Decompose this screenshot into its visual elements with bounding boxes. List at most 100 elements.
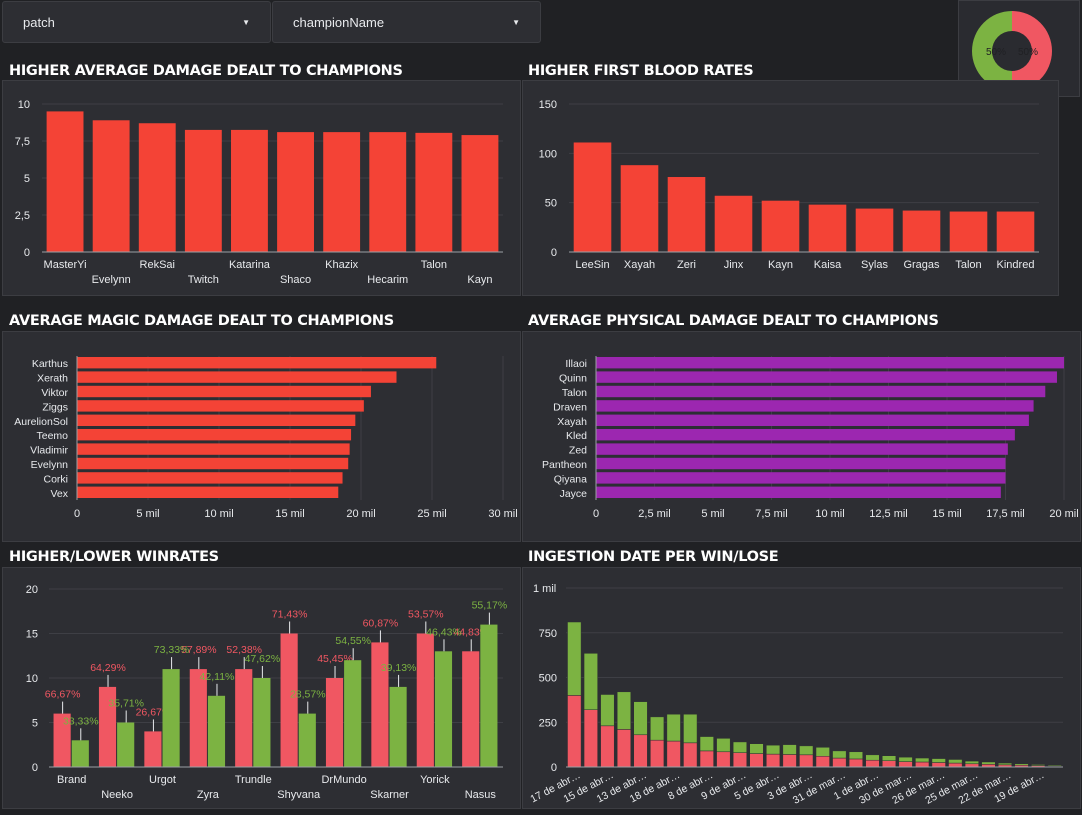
chart-bar-segment xyxy=(567,695,582,768)
chart-bar-segment xyxy=(716,738,731,753)
x-tick-label: Brand xyxy=(57,774,86,786)
x-tick-label: LeeSin xyxy=(575,259,609,271)
chart-bar xyxy=(46,111,84,253)
chart-bar xyxy=(855,208,894,252)
chart-bar-segment xyxy=(567,621,582,696)
y-category-label: Kled xyxy=(566,430,587,442)
chart-bar-segment xyxy=(1031,764,1046,766)
chart-bar-segment xyxy=(964,760,979,765)
patch-filter-dropdown[interactable]: patch ▼ xyxy=(2,1,271,43)
x-tick-label: Gragas xyxy=(903,259,940,271)
x-tick-label: Kayn xyxy=(467,274,492,286)
chart-bar xyxy=(77,457,349,470)
y-tick-label: 5 xyxy=(24,173,30,185)
y-tick-label: 2,5 xyxy=(15,210,30,222)
chart-bar xyxy=(277,132,314,252)
x-tick-label: Katarina xyxy=(229,259,271,271)
chart-bar-segment xyxy=(815,756,830,768)
x-tick-label: Shaco xyxy=(280,274,311,286)
chart-bar-segment xyxy=(699,750,714,768)
chart-bar-segment xyxy=(1047,764,1062,767)
magic-panel: 0 5 mil 10 mil 15 mil 20 mil 25 mil 30 mil Kart… xyxy=(2,331,521,542)
chart-bar xyxy=(667,177,706,252)
y-category-label: Xayah xyxy=(557,416,587,428)
chevron-down-icon: ▼ xyxy=(512,17,520,27)
y-category-label: Xerath xyxy=(37,373,68,385)
data-label: 73,33% xyxy=(154,644,190,656)
chart-bar xyxy=(323,132,361,252)
y-category-label: Draven xyxy=(553,401,587,413)
data-label: 35,71% xyxy=(108,698,144,710)
first-blood-title: HIGHER FIRST BLOOD RATES xyxy=(528,63,754,79)
donut-label: 50% xyxy=(986,47,1006,58)
x-tick-label: 0 xyxy=(593,508,599,520)
x-tick-label: 0 xyxy=(74,508,80,520)
chart-bar xyxy=(77,371,397,383)
chevron-down-icon: ▼ xyxy=(242,17,250,27)
y-category-label: Evelynn xyxy=(31,459,69,471)
chart-bar-segment xyxy=(633,701,648,736)
chart-bar-segment xyxy=(848,758,863,768)
chart-bar xyxy=(714,195,753,252)
chart-bar xyxy=(207,695,226,767)
chart-bar xyxy=(462,651,480,767)
chart-bar-segment xyxy=(666,740,681,768)
chart-bar xyxy=(596,357,1064,369)
x-tick-label: Trundle xyxy=(235,774,272,786)
y-category-label: Zed xyxy=(569,445,587,457)
x-tick-label: 30 mil xyxy=(488,508,517,520)
chart-bar xyxy=(596,429,1015,441)
chart-bar-segment xyxy=(650,716,665,741)
chart-bar xyxy=(77,414,356,426)
chart-bar xyxy=(189,669,207,767)
chart-bar xyxy=(596,400,1034,412)
y-tick-label: 0 xyxy=(32,762,38,774)
x-tick-label: 20 mil xyxy=(1049,508,1078,520)
chart-bar-segment xyxy=(732,752,747,768)
chart-bar xyxy=(416,633,434,767)
x-tick-label: Talon xyxy=(955,259,981,271)
y-category-label: Illaoi xyxy=(565,358,587,370)
chart-bar xyxy=(596,385,1046,398)
chart-bar-segment xyxy=(766,744,781,755)
y-category-label: Quinn xyxy=(559,373,587,385)
x-tick-label: Kayn xyxy=(768,259,793,271)
data-label: 60,87% xyxy=(363,617,399,629)
chart-bar xyxy=(77,486,339,498)
x-tick-label: Sylas xyxy=(861,259,888,271)
chart-bar-segment xyxy=(948,762,963,768)
chart-bar xyxy=(71,740,89,767)
avg-damage-panel: 0 2,5 5 7,5 10 MasterYi Evelynn RekSai Twitch Kat… xyxy=(2,80,521,296)
ingestion-panel: 0 250 500 750 1 mil 17 de abr… 15 de abr… 13 de… xyxy=(522,567,1081,809)
y-category-label: Vex xyxy=(50,488,68,500)
chart-bar-segment xyxy=(732,741,747,753)
y-tick-label: 0 xyxy=(24,247,30,259)
chart-bar xyxy=(369,132,407,252)
x-tick-label: Talon xyxy=(421,259,447,271)
x-tick-label: 2,5 mil xyxy=(638,508,670,520)
chart-bar-segment xyxy=(948,759,963,764)
x-tick-label: Hecarim xyxy=(367,274,408,286)
magic-title: AVERAGE MAGIC DAMAGE DEALT TO CHAMPIONS xyxy=(9,313,394,329)
x-tick-label: 12,5 mil xyxy=(869,508,908,520)
y-tick-label: 1 mil xyxy=(533,583,556,595)
data-label: 64,29% xyxy=(90,662,126,674)
champion-filter-dropdown[interactable]: championName ▼ xyxy=(272,1,541,43)
chart-bar-segment xyxy=(616,691,632,730)
chart-bar xyxy=(434,651,453,767)
x-tick-label: Kindred xyxy=(997,259,1035,271)
chart-bar-segment xyxy=(683,713,698,744)
y-category-label: Vladimir xyxy=(30,445,68,457)
x-tick-label: Shyvana xyxy=(277,789,321,801)
chart-bar xyxy=(996,211,1035,252)
chart-bar-segment xyxy=(616,729,632,768)
chart-bar-segment xyxy=(583,709,598,768)
x-tick-label: DrMundo xyxy=(321,774,366,786)
x-tick-label: Nasus xyxy=(465,789,497,801)
avg-damage-title: HIGHER AVERAGE DAMAGE DEALT TO CHAMPIONS xyxy=(9,63,403,79)
data-label: 55,17% xyxy=(472,600,508,612)
physical-panel: 0 2,5 mil 5 mil 7,5 mil 10 mil 12,5 mil 15 mil… xyxy=(522,331,1081,542)
y-category-label: Ziggs xyxy=(42,401,68,413)
avg-damage-chart: 0 2,5 5 7,5 10 MasterYi Evelynn RekSai Twitch Kat… xyxy=(15,99,503,286)
donut-label: 50% xyxy=(1018,47,1038,58)
